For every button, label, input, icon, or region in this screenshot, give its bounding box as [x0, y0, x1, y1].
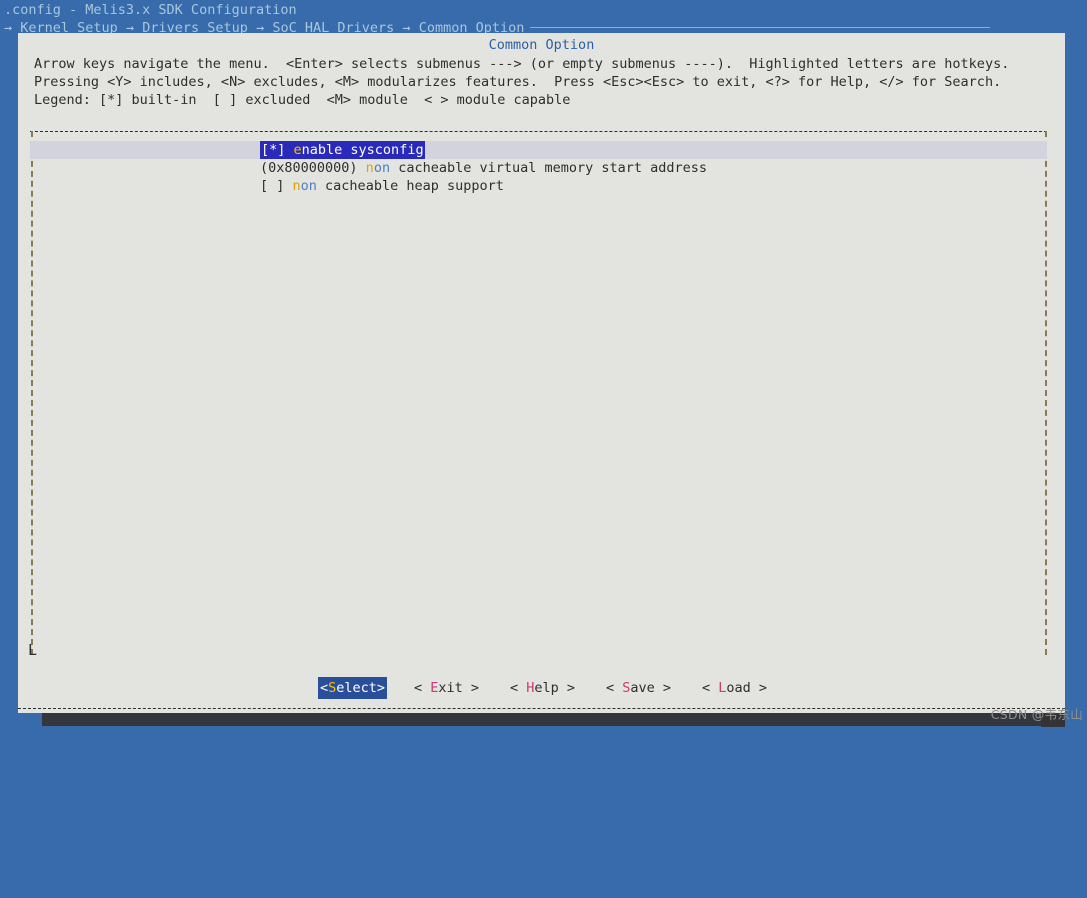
save-button-label: ave: [630, 680, 655, 696]
select-button[interactable]: <Select>: [318, 677, 388, 699]
menu-item-non-cacheable-virtual-memory-start-address[interactable]: (0x80000000) non cacheable virtual memor…: [30, 159, 1047, 177]
menu-item-prefix: (0x80000000): [260, 160, 366, 176]
menu-item-label: (0x80000000) non cacheable virtual memor…: [260, 159, 707, 177]
menu-frame-top-border: [30, 131, 1047, 132]
menu-list: [*] enable sysconfig (0x80000000) non ca…: [30, 141, 1047, 195]
help-line-1: Arrow keys navigate the menu. <Enter> se…: [34, 56, 1010, 72]
dialog-bottom-rule: [18, 708, 1065, 709]
menu-item-hotkey: n: [365, 160, 374, 176]
load-button[interactable]: < Load >: [702, 678, 767, 698]
load-button-open: <: [702, 680, 719, 696]
help-text: Arrow keys navigate the menu. <Enter> se…: [34, 55, 1009, 109]
help-button-label: elp: [534, 680, 559, 696]
menu-frame-corner-icon: L: [28, 641, 38, 659]
exit-button-open: <: [414, 680, 431, 696]
menu-item-non-cacheable-heap-support[interactable]: [ ] non cacheable heap support: [30, 177, 1047, 195]
terminal-screen: .config - Melis3.x SDK Configuration → K…: [0, 0, 1087, 727]
exit-button[interactable]: < Exit >: [414, 678, 479, 698]
load-button-label: oad: [726, 680, 751, 696]
menu-item-enable-sysconfig[interactable]: [*] enable sysconfig: [30, 141, 1047, 159]
dialog-title: Common Option: [488, 37, 595, 53]
app-title: .config - Melis3.x SDK Configuration: [4, 2, 297, 18]
help-line-2: Pressing <Y> includes, <N> excludes, <M>…: [34, 74, 1002, 90]
load-button-close: >: [750, 680, 768, 696]
select-button-open: <: [320, 680, 329, 696]
menu-item-prefix: [*]: [261, 142, 294, 158]
menu-item-label: [*] enable sysconfig: [260, 141, 425, 159]
save-button-open: <: [606, 680, 623, 696]
help-line-3: Legend: [*] built-in [ ] excluded <M> mo…: [34, 92, 571, 108]
menu-item-rest: cacheable virtual memory start address: [390, 160, 708, 176]
watermark: CSDN @韦东山: [990, 707, 1083, 722]
menu-item-blue-part: on: [373, 160, 391, 176]
menu-item-prefix: [ ]: [260, 178, 293, 194]
exit-button-close: >: [462, 680, 480, 696]
save-button[interactable]: < Save >: [606, 678, 671, 698]
help-button-open: <: [510, 680, 527, 696]
menu-item-hotkey: n: [292, 178, 301, 194]
menu-item-rest: cacheable heap support: [316, 178, 504, 194]
select-button-label: elect: [336, 680, 377, 696]
menu-frame: L [*] enable sysconfig (0x80000000) non …: [28, 131, 1047, 659]
breadcrumb-rule: [530, 27, 991, 28]
menu-item-blue-part: on: [300, 178, 317, 194]
breadcrumb-arrow-0: →: [4, 20, 13, 36]
help-button-close: >: [558, 680, 576, 696]
menu-item-hotkey: e: [293, 142, 302, 158]
menu-item-rest: nable sysconfig: [301, 142, 424, 158]
menu-frame-right-border: [1045, 131, 1047, 655]
button-bar: <Select> < Exit > < Help > < Save > < Lo…: [18, 677, 1065, 898]
menu-item-label: [ ] non cacheable heap support: [260, 177, 504, 195]
config-dialog: Common Option Arrow keys navigate the me…: [18, 33, 1065, 713]
select-button-close: >: [376, 680, 386, 696]
save-button-close: >: [654, 680, 672, 696]
exit-button-label: xit: [438, 680, 463, 696]
help-button[interactable]: < Help >: [510, 678, 575, 698]
